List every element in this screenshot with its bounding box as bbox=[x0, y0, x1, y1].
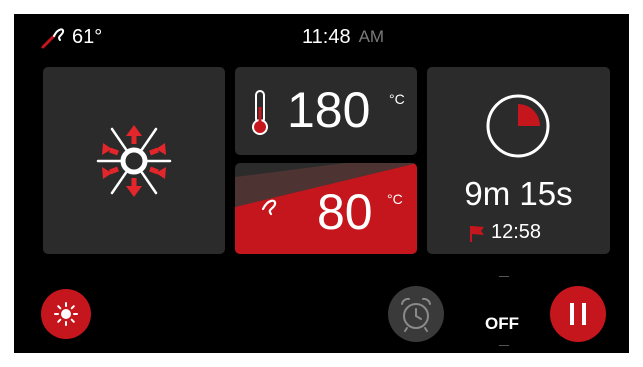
thermometer-icon bbox=[252, 90, 268, 135]
light-button[interactable] bbox=[41, 289, 91, 339]
alarm-clock-icon bbox=[401, 297, 431, 332]
cooking-mode-tile[interactable] bbox=[43, 67, 225, 254]
probe-target-unit: °C bbox=[387, 191, 403, 207]
convection-fan-icon bbox=[96, 125, 172, 197]
oven-display: 61° 11:48 AM 180 °C 80 °C 9m 15s 12:58 O… bbox=[14, 14, 629, 353]
clock-time: 11:48 bbox=[302, 25, 351, 48]
probe-icon bbox=[41, 28, 65, 49]
oven-temperature-value: 180 bbox=[287, 82, 371, 138]
timer-end-time: 12:58 bbox=[491, 221, 542, 243]
alarm-button[interactable] bbox=[388, 286, 444, 342]
timer-remaining: 9m 15s bbox=[464, 175, 573, 212]
light-icon bbox=[54, 302, 78, 326]
timer-tile[interactable]: 9m 15s 12:58 bbox=[427, 67, 610, 254]
probe-target-value: 80 bbox=[317, 184, 373, 240]
probe-temperature-status: 61° bbox=[40, 22, 102, 52]
probe-icon bbox=[246, 199, 277, 226]
probe-temperature-value: 61° bbox=[72, 25, 103, 48]
probe-target-tile[interactable]: 80 °C bbox=[235, 163, 417, 254]
oven-temperature-unit: °C bbox=[389, 91, 405, 107]
timer-progress-slice bbox=[518, 104, 540, 126]
clock: 11:48 AM bbox=[302, 22, 384, 52]
pause-icon bbox=[570, 303, 586, 325]
oven-temperature-tile[interactable]: 180 °C bbox=[235, 67, 417, 155]
timer-end: 12:58 bbox=[467, 221, 541, 244]
clock-am-pm: AM bbox=[358, 27, 385, 46]
pause-button[interactable] bbox=[550, 286, 606, 342]
flag-icon bbox=[470, 225, 484, 242]
off-button[interactable]: OFF bbox=[485, 314, 519, 334]
timer-pie-icon bbox=[486, 94, 550, 158]
screen: 61° 11:48 AM 180 °C 80 °C 9m 15s 12:58 O… bbox=[0, 0, 643, 367]
